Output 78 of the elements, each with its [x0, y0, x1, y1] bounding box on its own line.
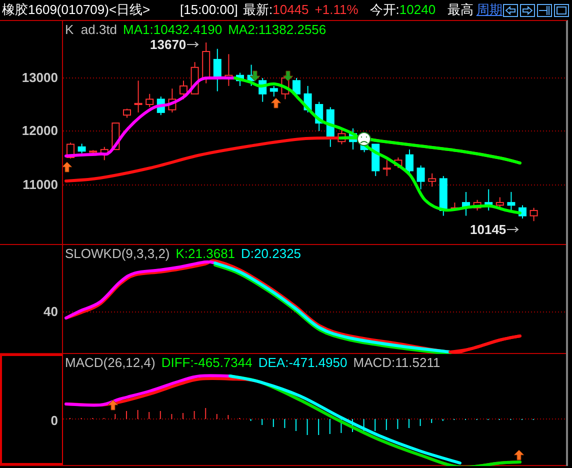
candlestick: [258, 78, 267, 102]
maximize-button[interactable]: [554, 4, 569, 16]
high-label: 最高: [447, 1, 474, 20]
timestamp: [15:00:00]: [180, 1, 239, 20]
up-arrow-icon: [270, 98, 282, 108]
candlestick: [394, 157, 402, 169]
up-arrow-icon: [63, 162, 72, 172]
chart-title: 橡胶1609(010709)<日线>: [2, 1, 152, 20]
axis-label: 12000: [22, 124, 58, 137]
axis-label: 0: [50, 414, 58, 427]
candlestick: [462, 191, 470, 216]
price-change: +1.11%: [314, 1, 360, 20]
legend-text: MA1:10432.4190: [123, 22, 222, 38]
candlestick: [450, 202, 459, 211]
right-arrow-icon: [522, 6, 533, 14]
legend-text: D:20.2325: [241, 246, 302, 262]
candlestick: [304, 85, 312, 113]
legend-text: K ad.3td: [65, 22, 118, 38]
previous-button[interactable]: [503, 4, 518, 16]
period-link[interactable]: 周期: [476, 0, 502, 20]
window-icon: [556, 6, 567, 14]
latest-price: 10445: [272, 1, 309, 20]
right-arrow-icon: [507, 226, 520, 233]
candlestick: [484, 188, 493, 211]
open-price: 10240: [399, 1, 437, 20]
candlestick: [315, 101, 324, 132]
legend-text: MACD:11.5211: [353, 355, 440, 371]
candlestick: [292, 78, 300, 98]
price-marker: 10145: [470, 223, 506, 236]
candlestick: [224, 54, 233, 86]
candlestick: [236, 72, 244, 86]
price-marker: 13670: [150, 38, 186, 51]
candlestick: [382, 160, 391, 177]
candlestick: [518, 204, 526, 219]
candlestick: [180, 80, 188, 100]
up-arrow-icon: [108, 400, 118, 410]
legend-text: MACD(26,12,4): [65, 355, 156, 371]
candlestick: [326, 106, 334, 148]
legend-text: DIFF:-465.7344: [161, 355, 252, 371]
candlestick: [123, 108, 131, 118]
latest-label: 最新:: [243, 1, 273, 20]
candlestick: [89, 150, 98, 154]
up-arrow-icon: [514, 450, 524, 460]
down-arrow-icon: [250, 70, 260, 82]
sad-face-icon: [357, 132, 371, 146]
legend-text: DEA:-471.4950: [258, 355, 348, 371]
axis-label: 40: [44, 305, 58, 318]
open-label: 今开:: [370, 1, 400, 20]
candlestick: [428, 172, 436, 188]
candlestick: [530, 207, 538, 222]
candlestick: [416, 164, 425, 190]
candlestick: [439, 176, 448, 216]
candlestick: [134, 80, 142, 113]
split-panel-icon: [539, 6, 550, 14]
legend-text: MA2:11382.2556: [228, 22, 326, 38]
candlestick: [202, 42, 210, 84]
candlestick: [338, 128, 346, 145]
split-view-button[interactable]: [537, 4, 552, 16]
candlestick: [496, 196, 504, 208]
left-arrow-icon: [505, 6, 516, 14]
axis-selection-frame[interactable]: 0: [0, 354, 63, 465]
candlestick: [406, 149, 414, 174]
candlestick: [100, 146, 108, 161]
right-arrow-icon: [187, 41, 200, 48]
down-arrow-icon: [282, 70, 294, 82]
candlestick: [156, 96, 165, 116]
legend-text: K:21.3681: [176, 246, 236, 262]
candlestick: [78, 143, 86, 154]
candlestick: [146, 93, 154, 108]
candlestick: [349, 128, 357, 150]
candlestick: [507, 191, 516, 211]
candlestick: [168, 88, 176, 113]
candlestick: [270, 85, 278, 98]
axis-label: 11000: [22, 178, 58, 191]
candlestick: [213, 48, 222, 92]
next-button[interactable]: [520, 4, 535, 16]
axis-label: 13000: [22, 71, 58, 84]
legend-text: SLOWKD(9,3,3,2): [65, 246, 170, 262]
